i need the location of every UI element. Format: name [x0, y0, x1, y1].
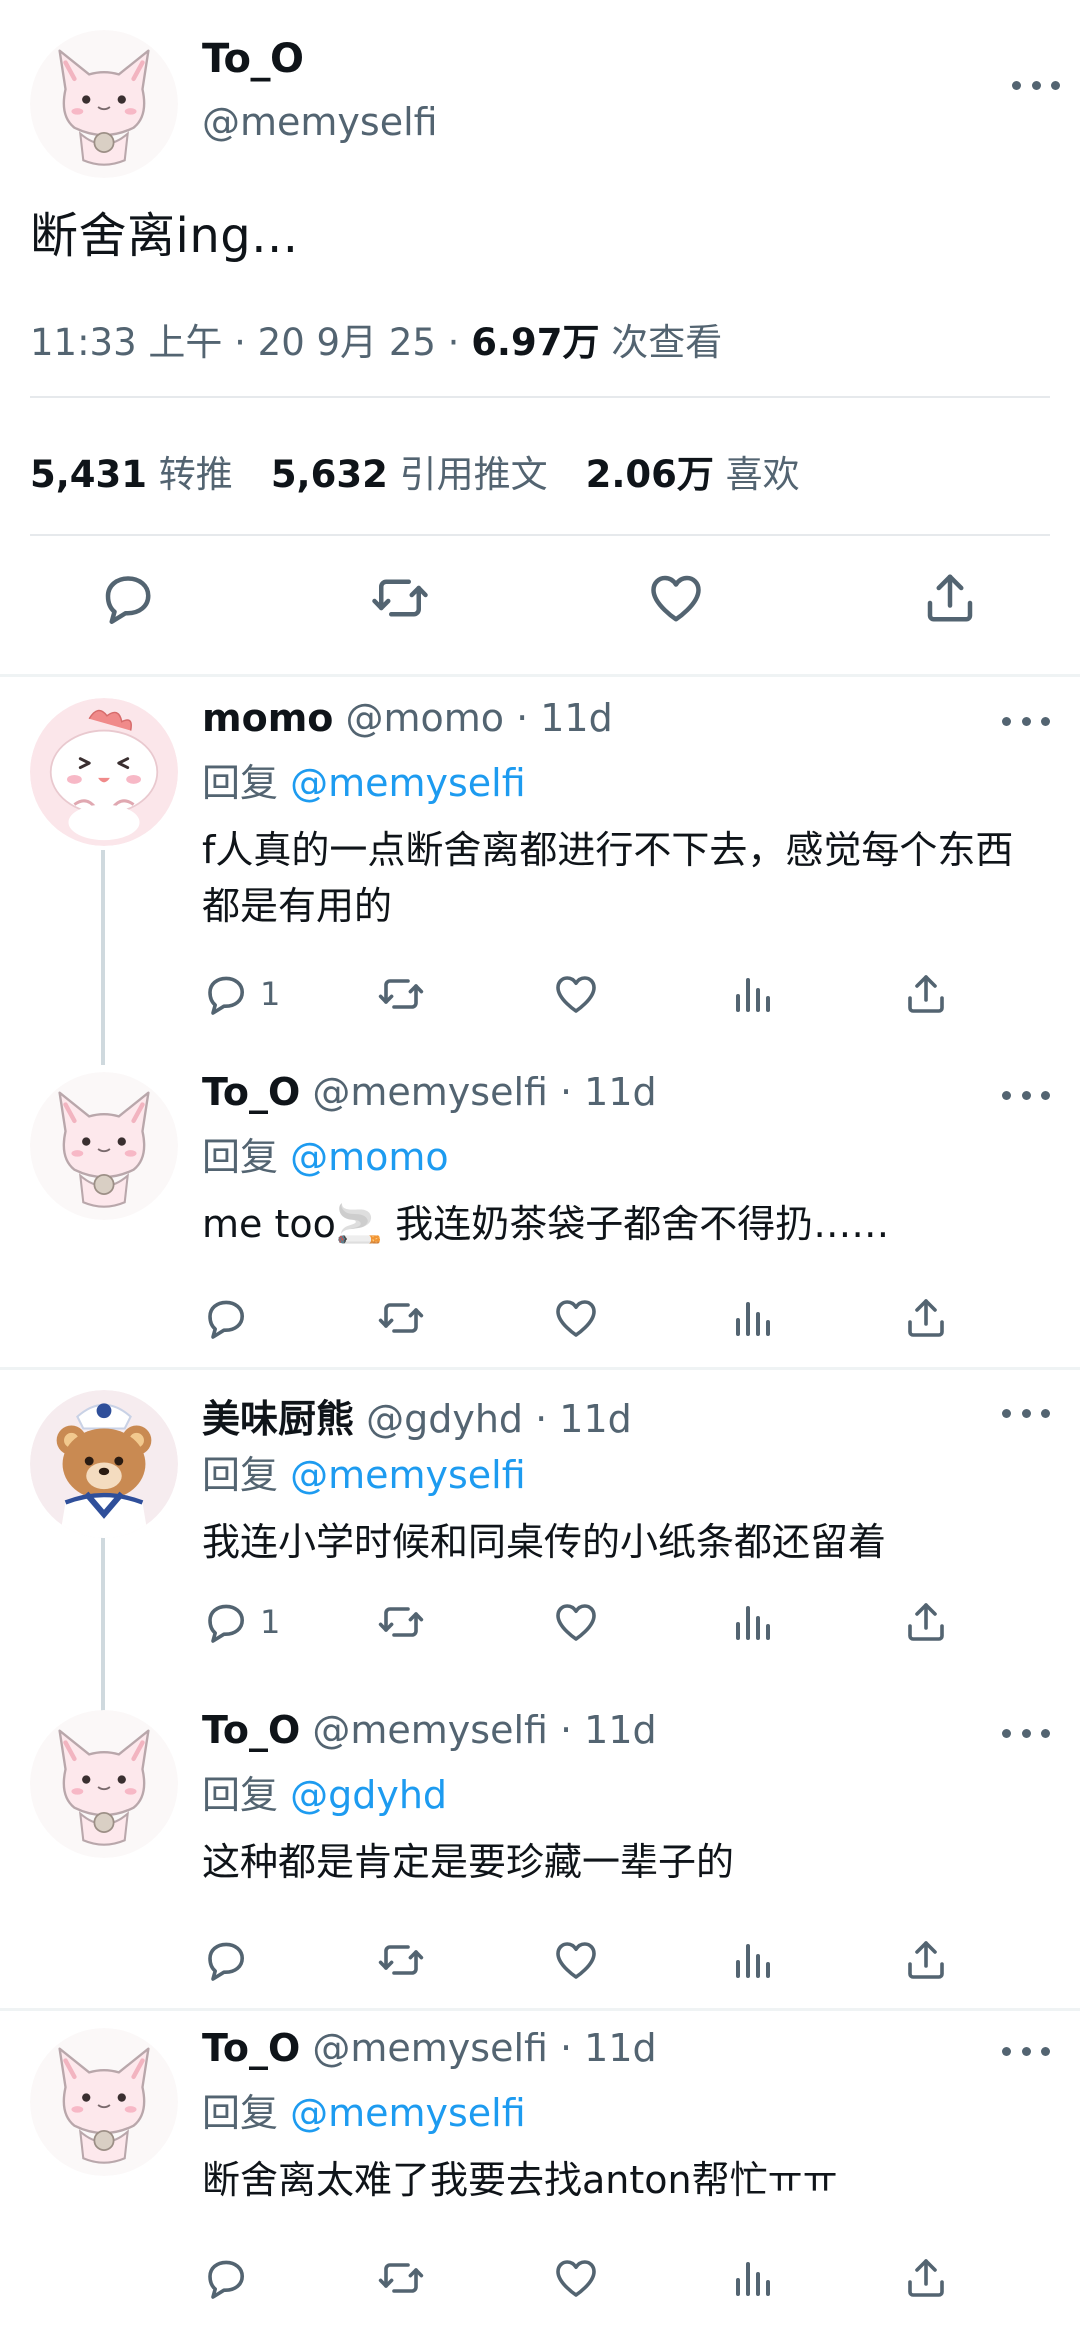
reply-author-handle[interactable]: @memyselfi · 11d — [300, 2026, 656, 2070]
more-icon[interactable] — [1002, 706, 1050, 736]
tweet-stats: 5,431 转推 5,632 引用推文 2.06万 喜欢 — [30, 444, 800, 498]
share-icon[interactable] — [902, 1288, 950, 1348]
reply-count: 1 — [260, 1603, 281, 1641]
mention-link[interactable]: @gdyhd — [290, 1773, 447, 1817]
views-count: 6.97万 — [471, 321, 600, 364]
retweet-icon[interactable] — [377, 964, 425, 1024]
reply-actions — [202, 2248, 962, 2308]
retweet-icon[interactable] — [377, 1592, 425, 1652]
reply-actions — [202, 1930, 962, 1990]
reply-text: 我连小学时候和同桌传的小纸条都还留着 — [202, 1520, 887, 1564]
reply-to: 回复 @memyselfi — [202, 761, 526, 805]
more-icon[interactable] — [1002, 1080, 1050, 1110]
retweet-icon[interactable] — [377, 1288, 425, 1348]
reply-icon[interactable] — [202, 2248, 260, 2308]
reply-icon[interactable]: 1 — [202, 1592, 280, 1652]
share-icon[interactable] — [902, 2248, 950, 2308]
views-icon[interactable] — [728, 1288, 776, 1348]
author-name[interactable]: To_O — [202, 36, 304, 82]
reply-text: 断舍离太难了我要去找anton帮忙ㅠㅠ — [202, 2158, 838, 2202]
reply-author-handle[interactable]: @memyselfi · 11d — [300, 1708, 656, 1752]
reply-tweet[interactable]: To_O @memyselfi · 11d 回复 @gdyhd 这种都是肯定是要… — [0, 1700, 1080, 2000]
reply-author-name[interactable]: momo — [202, 696, 333, 740]
section-divider — [0, 1367, 1080, 1370]
reply-to: 回复 @gdyhd — [202, 1773, 448, 1817]
reply-tweet[interactable]: To_O @memyselfi · 11d 回复 @momo me too🚬 我… — [0, 1062, 1080, 1352]
divider — [30, 396, 1050, 398]
reply-icon[interactable]: 1 — [202, 964, 280, 1024]
reply-actions: 1 — [202, 1592, 962, 1652]
reply-text: me too🚬 我连奶茶袋子都舍不得扔…… — [202, 1202, 890, 1246]
reply-icon[interactable] — [98, 568, 168, 638]
cat-avatar[interactable] — [30, 2028, 178, 2176]
reply-author-name[interactable]: To_O — [202, 1070, 300, 1114]
more-icon[interactable] — [1002, 2036, 1050, 2066]
mention-link[interactable]: @memyselfi — [290, 761, 526, 805]
reply-author-handle[interactable]: @memyselfi · 11d — [300, 1070, 656, 1114]
reply-to: 回复 @memyselfi — [202, 1453, 526, 1497]
share-icon[interactable] — [902, 964, 950, 1024]
views-icon[interactable] — [728, 1930, 776, 1990]
share-icon[interactable] — [902, 1930, 950, 1990]
mention-link[interactable]: @memyselfi — [290, 1453, 526, 1497]
mention-link[interactable]: @momo — [290, 1135, 449, 1179]
quotes-stat[interactable]: 5,632 引用推文 — [271, 453, 548, 496]
views-label: 次查看 — [599, 321, 723, 364]
share-icon[interactable] — [920, 568, 990, 638]
author-handle[interactable]: @memyselfi — [202, 100, 438, 144]
reply-actions: 1 — [202, 964, 962, 1024]
likes-stat[interactable]: 2.06万 喜欢 — [586, 453, 800, 496]
reply-actions — [202, 1288, 962, 1348]
tweet-meta: 11:33 上午 · 20 9月 25 · 6.97万 次查看 — [30, 312, 722, 366]
like-icon[interactable] — [552, 964, 600, 1024]
like-icon[interactable] — [552, 2248, 600, 2308]
like-icon[interactable] — [552, 1288, 600, 1348]
tweet-detail-page: To_O @memyselfi 断舍离ing... 11:33 上午 · 20 … — [0, 0, 1080, 2327]
cat-avatar[interactable] — [30, 1072, 178, 1220]
more-icon[interactable] — [1002, 1398, 1050, 1428]
reply-icon[interactable] — [202, 1930, 260, 1990]
like-icon[interactable] — [552, 1930, 600, 1990]
retweet-icon[interactable] — [370, 568, 440, 638]
reply-tweet[interactable]: To_O @memyselfi · 11d 回复 @memyselfi 断舍离太… — [0, 2018, 1080, 2318]
more-icon[interactable] — [1002, 1718, 1050, 1748]
cat-avatar[interactable] — [30, 30, 178, 178]
reply-icon[interactable] — [202, 1288, 260, 1348]
section-divider — [0, 674, 1080, 677]
reply-tweet[interactable]: momo @momo · 11d 回复 @memyselfi f人真的一点断舍离… — [0, 688, 1080, 1040]
main-tweet-text: 断舍离ing... — [30, 208, 299, 264]
reply-text: 这种都是肯定是要珍藏一辈子的 — [202, 1840, 735, 1884]
reply-to: 回复 @memyselfi — [202, 2091, 526, 2135]
like-icon[interactable] — [552, 1592, 600, 1652]
reply-author-handle[interactable]: @momo · 11d — [333, 696, 612, 740]
views-icon[interactable] — [728, 1592, 776, 1652]
cat-avatar[interactable] — [30, 1710, 178, 1858]
main-tweet-header: To_O @memyselfi — [30, 30, 1060, 170]
reply-to: 回复 @momo — [202, 1135, 449, 1179]
reply-count: 1 — [260, 975, 281, 1013]
retweet-icon[interactable] — [377, 1930, 425, 1990]
share-icon[interactable] — [902, 1592, 950, 1652]
main-tweet-actions — [0, 568, 1080, 648]
retweet-icon[interactable] — [377, 2248, 425, 2308]
reply-tweet[interactable]: 美味厨熊 @gdyhd · 11d 回复 @memyselfi 我连小学时候和同… — [0, 1380, 1080, 1670]
reply-author-name[interactable]: To_O — [202, 2026, 300, 2070]
tweet-time: 11:33 上午 · 20 9月 25 · — [30, 321, 472, 364]
divider — [30, 534, 1050, 536]
more-icon[interactable] — [1012, 70, 1060, 100]
views-icon[interactable] — [728, 2248, 776, 2308]
bunny-avatar[interactable] — [30, 698, 178, 846]
like-icon[interactable] — [646, 568, 716, 638]
bear-avatar[interactable] — [30, 1390, 178, 1538]
reply-author-name[interactable]: 美味厨熊 — [202, 1397, 354, 1441]
section-divider — [0, 2008, 1080, 2011]
reply-author-handle[interactable]: @gdyhd · 11d — [354, 1397, 632, 1441]
views-icon[interactable] — [728, 964, 776, 1024]
reply-text: f人真的一点断舍离都进行不下去，感觉每个东西都是有用的 — [202, 828, 1014, 928]
reply-author-name[interactable]: To_O — [202, 1708, 300, 1752]
mention-link[interactable]: @memyselfi — [290, 2091, 526, 2135]
retweets-stat[interactable]: 5,431 转推 — [30, 453, 233, 496]
